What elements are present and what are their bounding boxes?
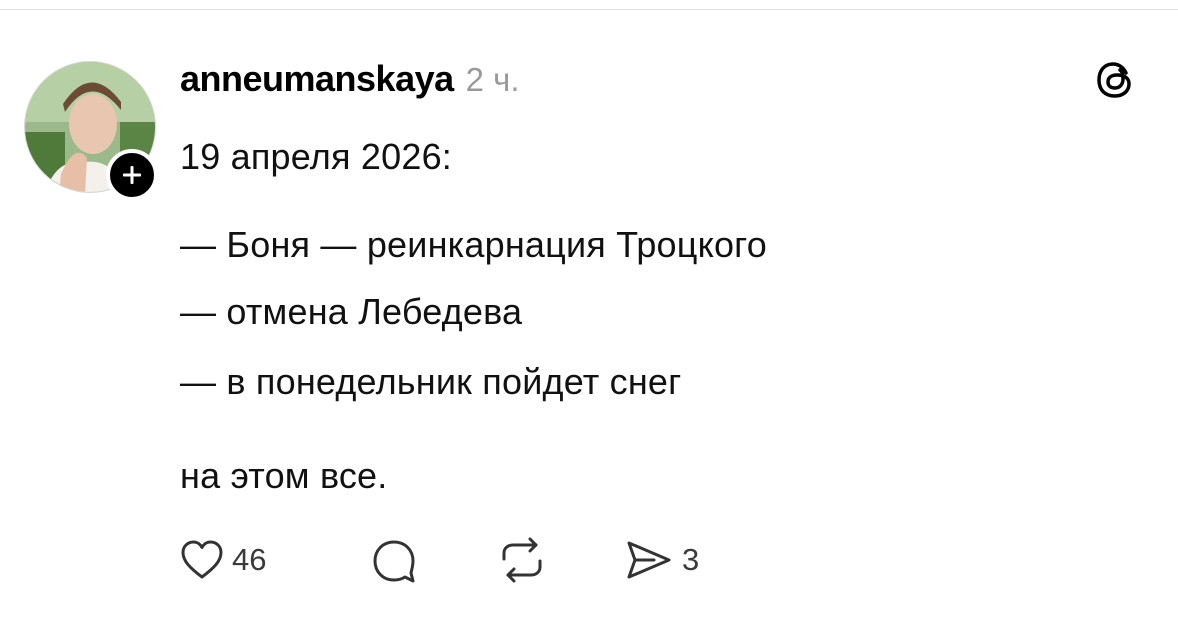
repost-icon xyxy=(502,537,542,583)
share-count: 3 xyxy=(682,542,700,577)
like-count: 46 xyxy=(232,542,267,577)
author-avatar-container[interactable] xyxy=(24,61,158,201)
post-timestamp[interactable]: 2 ч. xyxy=(466,61,520,99)
comment-button[interactable] xyxy=(370,535,418,585)
post-line-3: — в понедельник пойдет снег xyxy=(180,361,682,402)
author-username[interactable]: anneumanskaya xyxy=(180,58,454,100)
send-icon xyxy=(627,541,671,579)
post-closing-line: на этом все. xyxy=(180,455,388,496)
post-line-2: — отмена Лебедева xyxy=(180,291,523,332)
follow-button[interactable] xyxy=(106,149,158,201)
post-date-line: 19 апреля 2026: xyxy=(180,136,452,177)
post-header: anneumanskaya 2 ч. xyxy=(180,58,520,100)
like-button[interactable]: 46 xyxy=(180,535,266,585)
repost-button[interactable] xyxy=(496,535,548,585)
plus-icon xyxy=(123,166,141,184)
thread-post: anneumanskaya 2 ч. 19 апреля 2026: — Бон… xyxy=(0,0,1178,628)
comment-bubble-icon xyxy=(373,540,415,583)
share-button[interactable]: 3 xyxy=(624,535,699,585)
post-line-1: — Боня — реинкарнация Троцкого xyxy=(180,224,767,265)
heart-icon xyxy=(181,540,223,579)
threads-icon[interactable] xyxy=(1094,58,1138,102)
